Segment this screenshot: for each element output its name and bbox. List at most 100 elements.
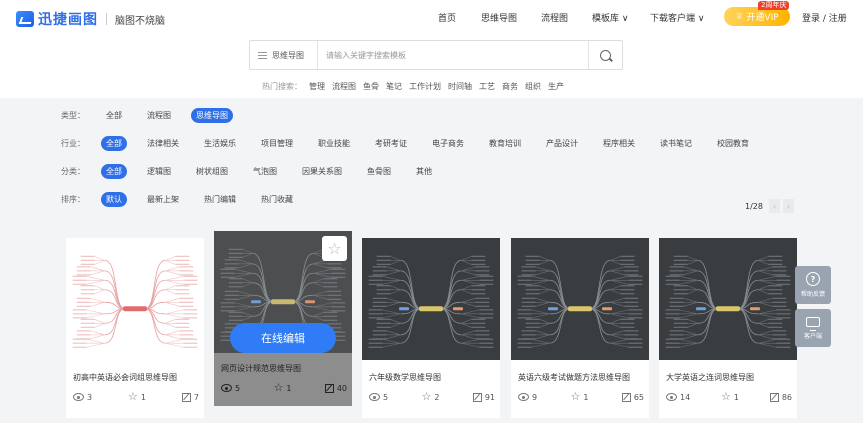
hot-keyword[interactable]: 流程图 xyxy=(332,81,356,92)
stars-count: 1 xyxy=(733,392,739,402)
template-thumbnail[interactable] xyxy=(659,238,797,360)
template-card[interactable]: 大学英语之连词思维导图 14 ☆ 1 86 xyxy=(659,238,797,418)
filter-option-category[interactable]: 鱼骨图 xyxy=(362,164,396,179)
filter-option-category[interactable]: 气泡图 xyxy=(248,164,282,179)
client-button[interactable]: 客户端 xyxy=(795,309,831,347)
filter-option-sort[interactable]: 最新上架 xyxy=(142,192,184,207)
hot-keyword[interactable]: 鱼骨 xyxy=(363,81,379,92)
filter-option-industry[interactable]: 考研考证 xyxy=(370,136,412,151)
logo[interactable]: 迅捷画图 脑图不烧脑 xyxy=(16,9,165,29)
stars-stat[interactable]: ☆ 1 xyxy=(273,381,291,394)
search-area: 思维导图 热门搜索： 管理 流程图 鱼骨 笔记 工作计划 时间轴 工艺 商务 组… xyxy=(0,34,863,98)
eye-icon xyxy=(73,393,84,401)
template-card[interactable]: 初高中英语必会词组思维导图 3 ☆ 1 7 xyxy=(66,238,204,418)
views-stat: 5 xyxy=(369,392,388,402)
logo-icon xyxy=(16,11,34,27)
edits-count: 86 xyxy=(781,392,792,402)
next-page-button[interactable]: › xyxy=(782,199,794,213)
template-thumbnail[interactable] xyxy=(362,238,500,360)
hot-keyword[interactable]: 管理 xyxy=(309,81,325,92)
help-icon: ? xyxy=(806,272,820,286)
stars-count: 1 xyxy=(140,392,146,402)
hot-keyword[interactable]: 生产 xyxy=(548,81,564,92)
top-header: 迅捷画图 脑图不烧脑 首页 思维导图 流程图 模板库 ∨ 下载客户端 ∨ ♕ 开… xyxy=(0,0,863,34)
hot-keyword[interactable]: 组织 xyxy=(525,81,541,92)
filter-option-industry[interactable]: 读书笔记 xyxy=(655,136,697,151)
filter-option-category[interactable]: 全部 xyxy=(101,164,127,179)
hot-keyword[interactable]: 笔记 xyxy=(386,81,402,92)
search-button[interactable] xyxy=(588,41,622,69)
hot-keyword[interactable]: 商务 xyxy=(502,81,518,92)
search-type-dropdown[interactable]: 思维导图 xyxy=(250,41,318,69)
anniversary-badge: 2周年庆 xyxy=(758,1,790,10)
nav-download-client[interactable]: 下载客户端 ∨ xyxy=(650,11,704,24)
template-title[interactable]: 六年级数学思维导图 xyxy=(369,372,441,383)
edits-count: 65 xyxy=(633,392,644,402)
stars-stat[interactable]: ☆ 1 xyxy=(721,391,739,402)
template-title[interactable]: 大学英语之连词思维导图 xyxy=(666,372,754,383)
hot-keyword[interactable]: 工艺 xyxy=(479,81,495,92)
hot-keyword[interactable]: 时间轴 xyxy=(448,81,472,92)
search-type-label: 思维导图 xyxy=(272,50,304,60)
filter-option-type[interactable]: 全部 xyxy=(101,108,127,123)
help-feedback-button[interactable]: ? 帮助反馈 xyxy=(795,266,831,304)
filter-option-category[interactable]: 因果关系图 xyxy=(297,164,347,179)
filter-option-industry[interactable]: 职业技能 xyxy=(313,136,355,151)
template-card[interactable]: 六年级数学思维导图 5 ☆ 2 91 xyxy=(362,238,500,418)
vip-label: 开通VIP xyxy=(746,13,779,23)
filter-option-industry[interactable]: 程序相关 xyxy=(598,136,640,151)
template-title[interactable]: 初高中英语必会词组思维导图 xyxy=(73,372,177,383)
views-count: 14 xyxy=(680,392,691,402)
stars-count: 1 xyxy=(583,392,589,402)
filter-option-industry[interactable]: 法律相关 xyxy=(142,136,184,151)
filter-option-industry[interactable]: 电子商务 xyxy=(427,136,469,151)
filter-option-industry[interactable]: 全部 xyxy=(101,136,127,151)
filter-option-sort[interactable]: 热门收藏 xyxy=(256,192,298,207)
edit-icon xyxy=(472,392,482,402)
template-card[interactable]: 英语六级考试做题方法思维导图 9 ☆ 1 65 xyxy=(511,238,649,418)
filter-option-industry[interactable]: 生活娱乐 xyxy=(199,136,241,151)
favorite-star-icon[interactable]: ☆ xyxy=(322,236,347,261)
edits-count: 40 xyxy=(336,383,347,393)
stars-stat[interactable]: ☆ 1 xyxy=(570,391,589,402)
filter-option-category[interactable]: 其他 xyxy=(411,164,437,179)
nav-home[interactable]: 首页 xyxy=(438,11,456,24)
edit-icon xyxy=(181,392,191,402)
filter-option-category[interactable]: 树状组图 xyxy=(191,164,233,179)
template-card[interactable]: ☆ 在线编辑 网页设计规范思维导图 5 ☆ 1 40 xyxy=(214,231,352,406)
star-icon: ☆ xyxy=(273,381,284,394)
filter-label: 排序： xyxy=(61,195,85,204)
filter-option-sort[interactable]: 热门编辑 xyxy=(199,192,241,207)
template-title[interactable]: 英语六级考试做题方法思维导图 xyxy=(518,372,630,383)
crown-icon: ♕ xyxy=(735,11,744,22)
stars-stat[interactable]: ☆ 1 xyxy=(128,391,146,402)
filter-option-industry[interactable]: 教育培训 xyxy=(484,136,526,151)
filter-option-industry[interactable]: 产品设计 xyxy=(541,136,583,151)
filter-option-type[interactable]: 流程图 xyxy=(142,108,176,123)
hot-search-label: 热门搜索： xyxy=(262,82,302,91)
search-input[interactable] xyxy=(326,47,576,63)
hot-keyword[interactable]: 工作计划 xyxy=(409,81,441,92)
template-title[interactable]: 网页设计规范思维导图 xyxy=(221,363,301,374)
filter-option-industry[interactable]: 校园教育 xyxy=(712,136,754,151)
stars-stat[interactable]: ☆ 2 xyxy=(421,391,439,402)
eye-icon xyxy=(221,384,232,392)
filter-option-sort[interactable]: 默认 xyxy=(101,192,127,207)
nav-mindmap[interactable]: 思维导图 xyxy=(481,11,517,24)
login-register-link[interactable]: 登录 / 注册 xyxy=(802,11,847,24)
filter-option-industry[interactable]: 项目管理 xyxy=(256,136,298,151)
prev-page-button[interactable]: ‹ xyxy=(768,199,780,213)
edits-count: 7 xyxy=(193,392,199,402)
nav-template-library[interactable]: 模板库 ∨ xyxy=(592,11,628,24)
online-edit-button[interactable]: 在线编辑 xyxy=(230,323,336,353)
template-thumbnail[interactable] xyxy=(511,238,649,360)
pagination: 1/28 ‹ › xyxy=(745,199,794,213)
nav-flowchart[interactable]: 流程图 xyxy=(541,11,568,24)
filter-option-category[interactable]: 逻辑图 xyxy=(142,164,176,179)
views-count: 3 xyxy=(87,392,93,402)
template-stats: 9 ☆ 1 65 xyxy=(518,391,644,402)
filter-option-type[interactable]: 思维导图 xyxy=(191,108,233,123)
edits-stat: 91 xyxy=(472,392,495,402)
template-thumbnail[interactable] xyxy=(66,238,204,360)
edit-icon xyxy=(621,392,631,402)
